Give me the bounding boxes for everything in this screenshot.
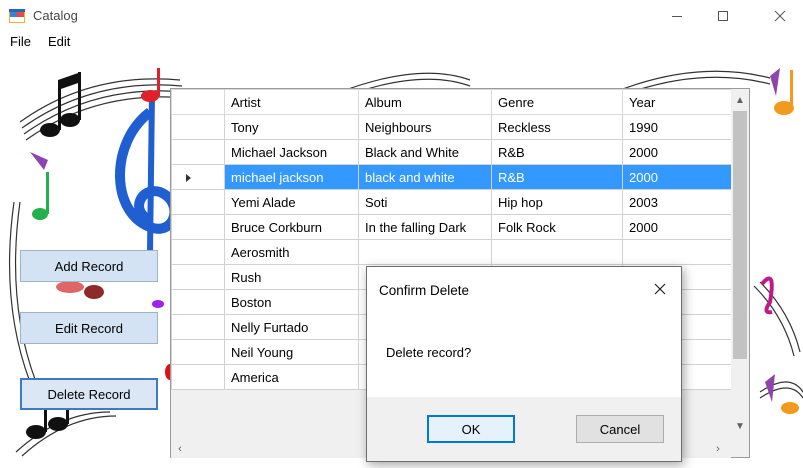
title-bar[interactable]: Catalog xyxy=(0,0,803,31)
row-header[interactable] xyxy=(171,264,225,290)
app-window-icon xyxy=(9,9,25,23)
cell-genre[interactable]: Hip hop xyxy=(491,189,623,215)
cell-artist[interactable]: Boston xyxy=(224,289,359,315)
cell-genre[interactable]: R&B xyxy=(491,164,623,190)
column-header-artist[interactable]: Artist xyxy=(224,89,359,115)
row-header[interactable] xyxy=(171,214,225,240)
minimize-icon xyxy=(672,15,682,17)
cell-genre[interactable]: R&B xyxy=(491,139,623,165)
menu-bar: File Edit xyxy=(0,31,803,52)
cell-artist[interactable]: Bruce Corkburn xyxy=(224,214,359,240)
menu-edit[interactable]: Edit xyxy=(48,34,70,49)
row-header[interactable] xyxy=(171,189,225,215)
cell-artist[interactable]: michael jackson xyxy=(224,164,359,190)
cell-album[interactable]: Soti xyxy=(358,189,492,215)
row-header[interactable] xyxy=(171,139,225,165)
window-title: Catalog xyxy=(33,8,78,23)
scroll-down-arrow-icon[interactable]: ▼ xyxy=(731,417,749,435)
cell-album[interactable]: In the falling Dark xyxy=(358,214,492,240)
scroll-right-arrow-icon[interactable]: › xyxy=(709,440,727,458)
close-icon xyxy=(774,10,786,21)
dialog-close-button[interactable] xyxy=(647,277,673,301)
edit-record-button[interactable]: Edit Record xyxy=(20,312,158,344)
current-row-arrow-icon xyxy=(186,173,191,182)
cell-year[interactable]: 2000 xyxy=(622,214,733,240)
cell-year[interactable]: 2000 xyxy=(622,164,733,190)
cancel-button[interactable]: Cancel xyxy=(576,415,664,443)
column-header-year[interactable]: Year xyxy=(622,89,733,115)
cell-year[interactable]: 2003 xyxy=(622,189,733,215)
dialog-footer: OK Cancel xyxy=(367,397,681,461)
row-header[interactable] xyxy=(171,114,225,140)
cell-artist[interactable]: Nelly Furtado xyxy=(224,314,359,340)
cell-year[interactable]: 1990 xyxy=(622,114,733,140)
table-row[interactable]: Bruce Corkburn In the falling Dark Folk Ro… xyxy=(171,214,733,240)
cell-artist[interactable]: Tony xyxy=(224,114,359,140)
table-row[interactable]: michael jackson black and white R&B 2000 xyxy=(171,164,733,190)
row-header[interactable] xyxy=(171,339,225,365)
row-header[interactable] xyxy=(171,314,225,340)
cell-album[interactable] xyxy=(358,239,492,265)
cell-genre[interactable]: Folk Rock xyxy=(491,214,623,240)
table-row[interactable]: Michael Jackson Black and White R&B 2000 xyxy=(171,139,733,165)
cell-artist[interactable]: America xyxy=(224,364,359,390)
ok-button[interactable]: OK xyxy=(427,415,515,443)
close-button[interactable] xyxy=(757,0,803,31)
cell-year[interactable] xyxy=(622,239,733,265)
cell-year[interactable]: 2000 xyxy=(622,139,733,165)
row-header[interactable] xyxy=(171,364,225,390)
cell-album[interactable]: Neighbours xyxy=(358,114,492,140)
cell-artist[interactable]: Neil Young xyxy=(224,339,359,365)
dialog-title: Confirm Delete xyxy=(379,283,470,298)
row-header[interactable] xyxy=(171,289,225,315)
scroll-left-arrow-icon[interactable]: ‹ xyxy=(171,440,189,458)
close-icon xyxy=(654,283,666,295)
vertical-scrollbar[interactable]: ▲ ▼ xyxy=(731,89,749,439)
table-row[interactable]: Yemi Alade Soti Hip hop 2003 xyxy=(171,189,733,215)
maximize-button[interactable] xyxy=(700,0,746,31)
cell-genre[interactable] xyxy=(491,239,623,265)
vertical-scroll-thumb[interactable] xyxy=(733,111,747,359)
dialog-message: Delete record? xyxy=(386,345,472,360)
confirm-delete-dialog: Confirm Delete Delete record? OK Cancel xyxy=(366,266,682,462)
cell-album[interactable]: Black and White xyxy=(358,139,492,165)
minimize-button[interactable] xyxy=(654,0,700,31)
cell-artist[interactable]: Rush xyxy=(224,264,359,290)
grid-header-row: Artist Album Genre Year xyxy=(171,89,733,115)
maximize-icon xyxy=(718,10,728,21)
table-row[interactable]: Tony Neighbours Reckless 1990 xyxy=(171,114,733,140)
row-header-corner[interactable] xyxy=(171,89,225,115)
cell-artist[interactable]: Michael Jackson xyxy=(224,139,359,165)
add-record-button[interactable]: Add Record xyxy=(20,250,158,282)
column-header-album[interactable]: Album xyxy=(358,89,492,115)
row-header[interactable] xyxy=(171,164,225,190)
scroll-up-arrow-icon[interactable]: ▲ xyxy=(731,91,749,109)
row-header[interactable] xyxy=(171,239,225,265)
catalog-window: Catalog File Edit Add Record Edit Record… xyxy=(0,0,803,468)
table-row[interactable]: Aerosmith xyxy=(171,239,733,265)
delete-record-button[interactable]: Delete Record xyxy=(20,378,158,410)
column-header-genre[interactable]: Genre xyxy=(491,89,623,115)
cell-genre[interactable]: Reckless xyxy=(491,114,623,140)
menu-file[interactable]: File xyxy=(10,34,31,49)
cell-album[interactable]: black and white xyxy=(358,164,492,190)
cell-artist[interactable]: Yemi Alade xyxy=(224,189,359,215)
cell-artist[interactable]: Aerosmith xyxy=(224,239,359,265)
